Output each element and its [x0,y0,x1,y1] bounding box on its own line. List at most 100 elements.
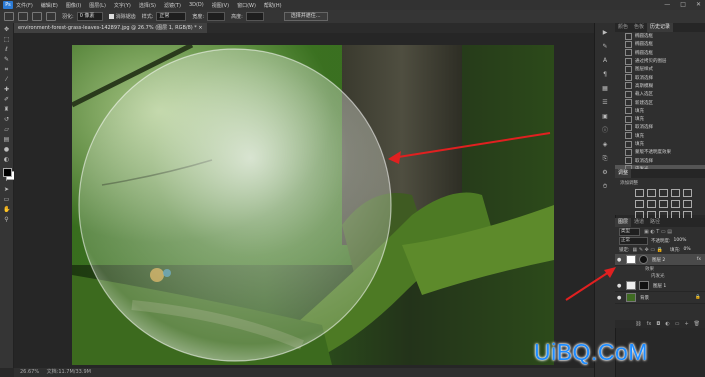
exposure-icon[interactable] [671,189,680,197]
menu-edit[interactable]: 编辑(E) [41,2,58,9]
lasso-tool-icon[interactable]: ℓ [3,46,10,53]
tab-swatches[interactable]: 色板 [631,23,647,32]
history-item[interactable]: 填充 [615,132,705,140]
minimize-button[interactable]: — [664,1,670,8]
photo-filter-icon[interactable] [671,200,680,208]
curves-icon[interactable] [659,189,668,197]
history-item[interactable]: 填充 [615,140,705,148]
menu-layer[interactable]: 图层(L) [89,2,106,9]
filter-icons[interactable]: ▣ ◐ T ▭ ▤ [644,229,672,235]
navigator-icon[interactable]: ◈ [601,141,610,149]
tab-adjustments[interactable]: 调整 [615,169,632,178]
opacity-value[interactable]: 100% [674,238,687,243]
info-icon[interactable]: ⓘ [601,127,610,135]
vibrance-icon[interactable] [683,189,692,197]
character-icon[interactable]: A [601,57,610,65]
channel-mixer-icon[interactable] [683,200,692,208]
layer-row[interactable]: ● 背景 🔒 [615,292,705,304]
layer-row-selected[interactable]: ● 图层 2 fx [615,254,705,266]
history-item[interactable]: 新建选区 [615,98,705,107]
play-icon[interactable]: ▶ [601,29,610,37]
blend-mode-select[interactable]: 正常 [619,236,648,245]
document-tab[interactable]: environment-forest-grass-leaves-142897.j… [14,23,207,33]
menu-file[interactable]: 文件(F) [16,2,33,9]
new-layer-icon[interactable]: + [684,320,688,328]
history-item[interactable]: 图层样式 [615,65,705,73]
lock-icons[interactable]: ▦ ✎ ✥ ▭ 🔒 [633,247,663,253]
height-input[interactable] [245,12,264,21]
menu-type[interactable]: 文字(Y) [114,2,131,9]
tool-preset-icon[interactable] [4,12,14,21]
marquee-tool-icon[interactable]: ⬚ [3,36,10,43]
antialias-checkbox[interactable] [108,14,114,19]
layer-name[interactable]: 图层 2 [652,257,665,263]
layer-name[interactable]: 背景 [640,295,649,301]
crop-tool-icon[interactable]: ⌗ [3,66,10,73]
shape-tool-icon[interactable]: ▭ [3,196,10,203]
layer-row[interactable]: ● 图层 1 [615,280,705,292]
fx-button-icon[interactable]: fx [647,320,652,328]
brightness-icon[interactable] [635,189,644,197]
history-item[interactable]: 取消选择 [615,73,705,82]
foreground-color-swatch[interactable] [3,168,12,177]
add-selection-icon[interactable] [32,12,42,21]
layer-mask-thumbnail[interactable] [639,255,648,264]
history-item[interactable]: 椭圆选框 [615,32,705,40]
menu-view[interactable]: 视图(V) [212,2,229,9]
fx-icon[interactable]: fx [697,257,701,262]
zoom-readout[interactable]: 26.67% [20,369,39,375]
healing-tool-icon[interactable]: ✚ [3,86,10,93]
brush-settings-icon[interactable]: ✎ [601,43,610,51]
blur-tool-icon[interactable]: ● [3,146,10,153]
history-item[interactable]: 高斯模糊 [615,82,705,90]
select-and-mask-button[interactable]: 选择并遮住... [283,12,328,21]
gradient-tool-icon[interactable]: ▤ [3,136,10,143]
folder-icon[interactable]: ▭ [675,320,680,328]
move-tool-icon[interactable]: ✥ [3,26,10,33]
swatches-icon[interactable]: ▦ [601,85,610,93]
document-canvas[interactable] [72,45,554,365]
eyedropper-tool-icon[interactable]: ⁄ [3,76,10,83]
history-item[interactable]: 椭圆选框 [615,49,705,57]
link-icon[interactable]: ⛓ [635,320,641,328]
eraser-tool-icon[interactable]: ▱ [3,126,10,133]
tab-history[interactable]: 历史记录 [647,23,674,32]
history-item[interactable]: 载入选区 [615,90,705,98]
menu-window[interactable]: 窗口(W) [237,2,256,9]
menu-select[interactable]: 选择(S) [139,2,156,9]
history-item[interactable]: 通过拷贝的图层 [615,57,705,65]
stamp-tool-icon[interactable]: ♜ [3,106,10,113]
history-item[interactable]: 椭圆选框 [615,40,705,48]
layer-kind-filter[interactable]: 类型 [619,227,640,236]
inner-glow-effect-row[interactable]: 内发光 [615,273,705,280]
layer-name[interactable]: 图层 1 [653,283,666,289]
brush-tool-icon[interactable]: ✐ [3,96,10,103]
maximize-button[interactable]: □ [680,1,686,8]
hue-saturation-icon[interactable] [635,200,644,208]
history-item[interactable]: 填充 [615,107,705,115]
history-item[interactable]: 取消选择 [615,123,705,131]
properties-icon[interactable]: ☰ [601,99,610,107]
history-item[interactable]: 取消选择 [615,156,705,165]
black-white-icon[interactable] [659,200,668,208]
fill-value[interactable]: 0% [683,247,690,252]
clone-source-icon[interactable]: ⎘ [601,155,610,163]
feather-input[interactable]: 0 像素 [76,12,103,21]
levels-icon[interactable] [647,189,656,197]
close-button[interactable]: ✕ [696,1,701,8]
history-item[interactable]: 蒙版不透明度效果 [615,148,705,156]
width-input[interactable] [207,12,226,21]
mask-button-icon[interactable]: ◘ [656,320,660,328]
paragraph-icon[interactable]: ¶ [601,71,610,79]
menu-filter[interactable]: 滤镜(T) [164,2,181,9]
tab-paths[interactable]: 路径 [647,218,663,227]
zoom-tool-icon[interactable]: ⚲ [3,216,10,223]
tab-color[interactable]: 颜色 [615,23,631,32]
libraries-icon[interactable]: ▣ [601,113,610,121]
close-tab-icon[interactable]: × [198,25,202,31]
timeline-icon[interactable]: ⏱ [601,183,610,191]
history-item[interactable]: 填充 [615,115,705,123]
tab-layers[interactable]: 图层 [615,218,632,227]
trash-icon[interactable]: 🗑 [694,320,700,328]
subtract-selection-icon[interactable] [46,12,56,21]
